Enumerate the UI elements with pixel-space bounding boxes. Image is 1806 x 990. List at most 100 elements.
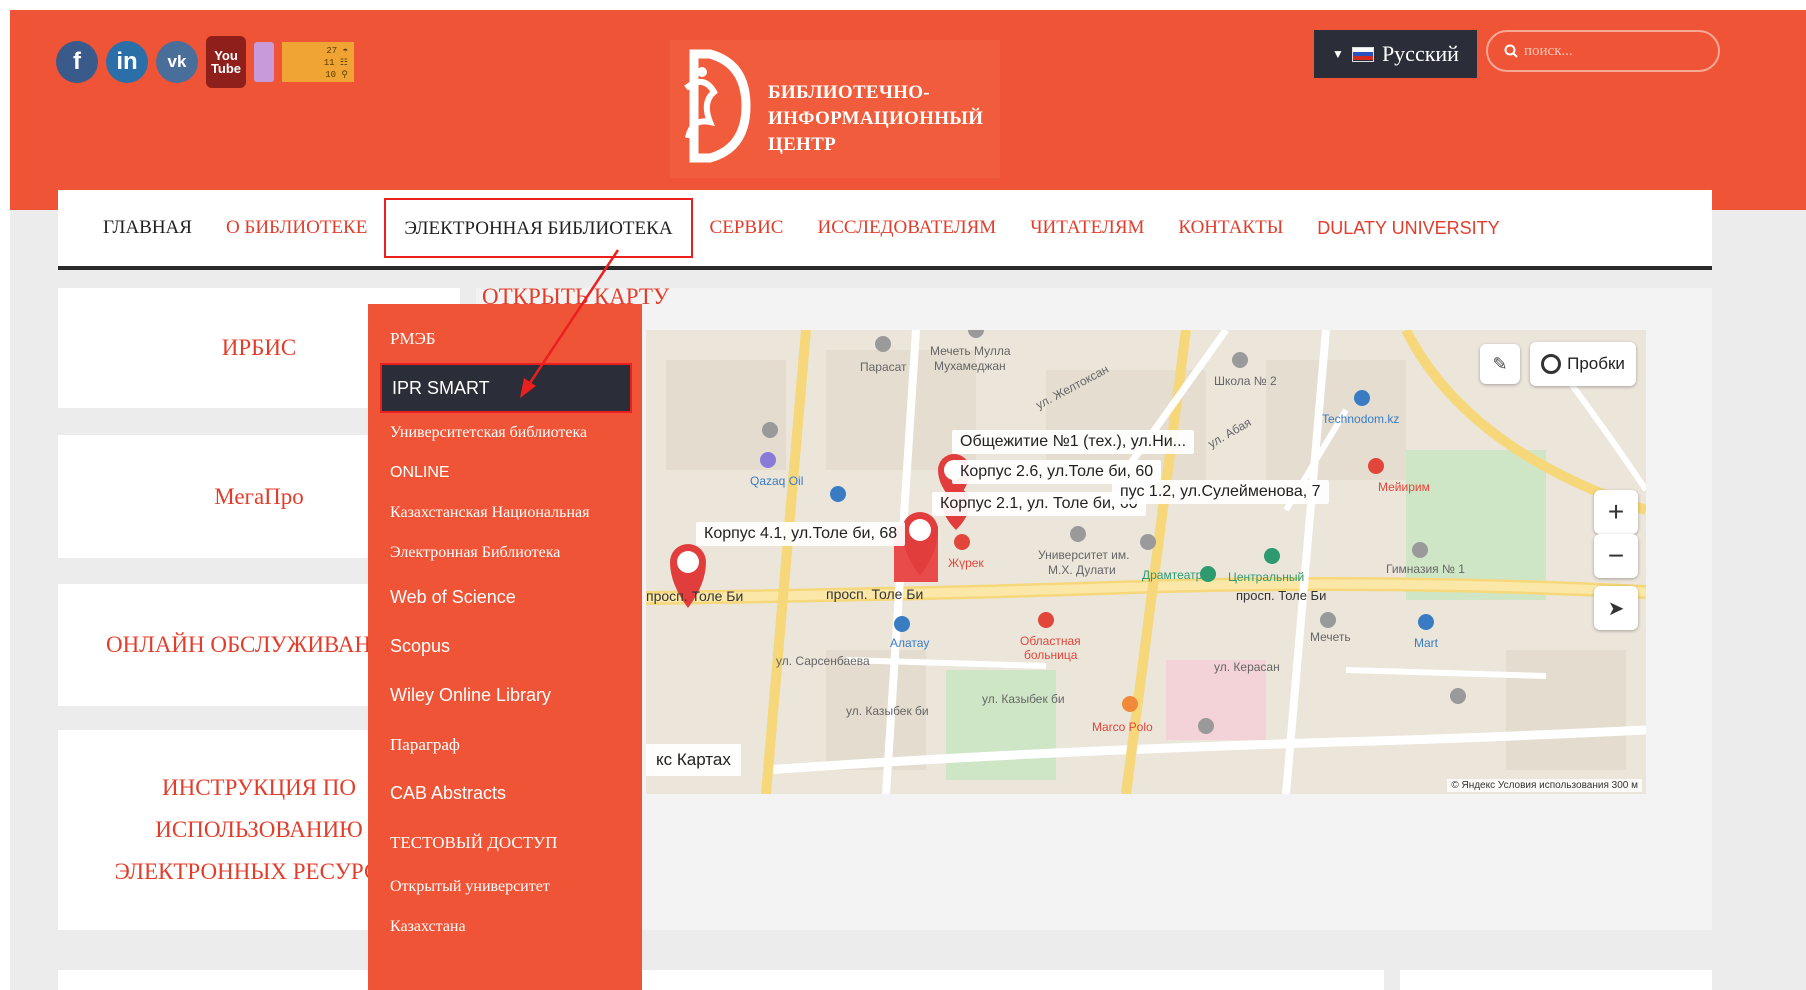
- search-box: [1486, 30, 1720, 72]
- menu-item-kazakh-national[interactable]: Казахстанская Национальная: [368, 493, 642, 533]
- menu-item-university-library[interactable]: Университетская библиотека: [368, 413, 642, 453]
- map-label-kerasan: ул. Керасан: [1214, 660, 1280, 674]
- traffic-light-icon: [1541, 354, 1562, 374]
- nav-readers[interactable]: ЧИТАТЕЛЯМ: [1013, 217, 1161, 239]
- map-label-university-2: М.Х. Дулати: [1048, 563, 1116, 577]
- counter-line-1: 27 ☂: [326, 46, 348, 56]
- site-header: f in vk You Tube 27 ☂ 11 ☷ 10 ⚲ БИБЛИОТЕ…: [10, 10, 1806, 210]
- menu-item-ipr-smart[interactable]: IPR SMART: [380, 363, 632, 413]
- online-service-label: ОНЛАЙН ОБСЛУЖИВАН: [106, 632, 372, 657]
- menu-item-wiley[interactable]: Wiley Online Library: [368, 671, 642, 720]
- menu-item-open-university[interactable]: Открытый университет: [368, 867, 642, 907]
- map-label-university: Университет им.: [1038, 548, 1130, 562]
- bottom-card-right: [1400, 970, 1712, 990]
- menu-item-electronic-library[interactable]: Электронная Библиотека: [368, 533, 642, 573]
- map-label-kazybek-2: ул. Казыбек би: [982, 692, 1065, 706]
- map-label-marco-polo: Marco Polo: [1092, 720, 1153, 734]
- traffic-button-label: Пробки: [1567, 354, 1625, 373]
- yandex-map[interactable]: Парасат Мечеть Мулла Мухамеджан Школа № …: [646, 330, 1646, 794]
- open-in-yandex-maps-link[interactable]: кс Картах: [646, 744, 741, 776]
- instructions-line-1: ИНСТРУКЦИЯ ПО: [162, 775, 356, 800]
- language-selector[interactable]: ▼ Русский: [1314, 30, 1477, 78]
- map-footer: © Яндекс Условия использования 300 м: [1447, 779, 1642, 792]
- counter-line-2: 11 ☷: [323, 58, 348, 68]
- map-label-technodom: Technodom.kz: [1322, 412, 1400, 426]
- menu-item-cab-abstracts[interactable]: CAB Abstracts: [368, 769, 642, 818]
- logo-text-line-1: БИБЛИОТЕЧНО-: [768, 82, 930, 103]
- zoom-in-button[interactable]: +: [1594, 490, 1638, 534]
- menu-item-scopus[interactable]: Scopus: [368, 622, 642, 671]
- map-label-mechet: Мечеть: [1310, 630, 1351, 644]
- traffic-button[interactable]: Пробки: [1530, 342, 1636, 386]
- chevron-down-icon: ▼: [1332, 46, 1344, 61]
- language-label: Русский: [1381, 41, 1459, 66]
- zoom-out-button[interactable]: −: [1594, 534, 1638, 578]
- logo-text-line-2: ИНФОРМАЦИОННЫЙ: [768, 108, 984, 129]
- map-label-dramteatr: Драмтеатр: [1142, 568, 1203, 582]
- menu-item-online[interactable]: ONLINE: [368, 453, 642, 493]
- youtube-icon[interactable]: You Tube: [206, 36, 246, 88]
- electronic-library-dropdown: РМЭБ IPR SMART Университетская библиотек…: [368, 304, 642, 990]
- map-label-tole-bi-1: просп. Толе Би: [646, 588, 744, 604]
- map-pin-label-corpus-12[interactable]: пус 1.2, ул.Сулейменова, 7: [1112, 480, 1329, 504]
- map-label-meyrim: Мейирим: [1378, 480, 1430, 494]
- nav-contacts[interactable]: КОНТАКТЫ: [1161, 217, 1300, 239]
- megapro-label: МегаПро: [214, 483, 304, 509]
- map-pin-label-dorm[interactable]: Общежитие №1 (тех.), ул.Ни...: [952, 430, 1195, 454]
- map-label-tole-bi-2: просп. Толе Би: [826, 586, 924, 602]
- map-label-hospital-2: больница: [1024, 648, 1078, 662]
- counter-line-3: 10 ⚲: [325, 70, 348, 80]
- visitor-counter: 27 ☂ 11 ☷ 10 ⚲: [282, 42, 354, 82]
- main-panel: ОТКРЫТЬ КАРТУ Парасат Мечеть Мулла Мухам…: [476, 284, 1712, 930]
- nav-home[interactable]: ГЛАВНАЯ: [86, 217, 209, 239]
- instructions-line-3: ЭЛЕКТРОННЫХ РЕСУРС: [114, 859, 380, 884]
- logo-emblem-icon: [684, 49, 751, 163]
- instructions-line-2: ИСПОЛЬЗОВАНИЮ: [155, 817, 363, 842]
- facebook-icon[interactable]: f: [56, 41, 98, 83]
- map-label-parasat: Парасат: [860, 360, 907, 374]
- map-label-central: Центральный: [1228, 570, 1305, 584]
- russian-flag-icon: [1351, 46, 1374, 62]
- search-input[interactable]: [1524, 42, 1704, 60]
- menu-item-test-access[interactable]: ТЕСТОВЫЙ ДОСТУП: [368, 818, 642, 867]
- logo-text-line-3: ЦЕНТР: [768, 134, 837, 155]
- linkedin-icon[interactable]: in: [106, 41, 148, 83]
- map-label-kazybek-1: ул. Казыбек би: [846, 704, 929, 718]
- nav-about-library[interactable]: О БИБЛИОТЕКЕ: [209, 217, 384, 239]
- bookmark-icon[interactable]: [254, 42, 274, 82]
- search-icon: [1504, 44, 1518, 58]
- geolocation-button[interactable]: ➤: [1594, 586, 1638, 630]
- bottom-card-left: [58, 970, 1384, 990]
- map-label-mart: Mart: [1414, 636, 1438, 650]
- map-label-school: Школа № 2: [1214, 374, 1277, 388]
- map-label-gymnasium: Гимназия № 1: [1386, 562, 1465, 576]
- ruler-icon[interactable]: ✎: [1480, 344, 1520, 384]
- page: f in vk You Tube 27 ☂ 11 ☷ 10 ⚲ БИБЛИОТЕ…: [10, 10, 1806, 990]
- instructions-label: ИНСТРУКЦИЯ ПО ИСПОЛЬЗОВАНИЮ ЭЛЕКТРОННЫХ …: [115, 767, 380, 893]
- map-label-zhurek: Жүрек: [948, 556, 984, 570]
- irbis-label: ИРБИС: [221, 335, 297, 360]
- nav-dulaty-university[interactable]: DULATY UNIVERSITY: [1300, 218, 1516, 239]
- menu-item-web-of-science[interactable]: Web of Science: [368, 573, 642, 622]
- map-label-mosque: Мечеть Мулла: [930, 344, 1011, 358]
- nav-researchers[interactable]: ИССЛЕДОВАТЕЛЯМ: [800, 217, 1013, 239]
- map-pin-label-corpus-41[interactable]: Корпус 4.1, ул.Толе би, 68: [696, 522, 906, 546]
- youtube-icon-line2: Tube: [210, 61, 242, 76]
- social-links: f in vk You Tube 27 ☂ 11 ☷ 10 ⚲: [56, 36, 354, 88]
- nav-service[interactable]: СЕРВИС: [693, 217, 801, 239]
- main-nav: ГЛАВНАЯ О БИБЛИОТЕКЕ ЭЛЕКТРОННАЯ БИБЛИОТ…: [58, 190, 1712, 270]
- map-label-hospital: Областная: [1020, 634, 1081, 648]
- site-logo[interactable]: БИБЛИОТЕЧНО- ИНФОРМАЦИОННЫЙ ЦЕНТР: [670, 40, 1000, 178]
- location-arrow-icon: ➤: [1607, 597, 1625, 620]
- menu-item-paragraph[interactable]: Параграф: [368, 720, 642, 769]
- map-label-qazaq-oil: Qazaq Oil: [750, 474, 804, 488]
- menu-item-rmeb[interactable]: РМЭБ: [368, 314, 642, 363]
- vk-icon[interactable]: vk: [156, 41, 198, 83]
- logo-text: БИБЛИОТЕЧНО- ИНФОРМАЦИОННЫЙ ЦЕНТР: [768, 80, 983, 158]
- map-label-sarsenbaeva: ул. Сарсенбаева: [776, 654, 870, 668]
- map-label-alatau: Алатау: [890, 636, 930, 650]
- nav-electronic-library[interactable]: ЭЛЕКТРОННАЯ БИБЛИОТЕКА: [384, 198, 693, 258]
- menu-item-kazakhstan[interactable]: Казахстана: [368, 907, 642, 947]
- map-label-mosque-2: Мухамеджан: [934, 359, 1006, 373]
- map-label-tole-bi-3: просп. Толе Би: [1236, 588, 1327, 603]
